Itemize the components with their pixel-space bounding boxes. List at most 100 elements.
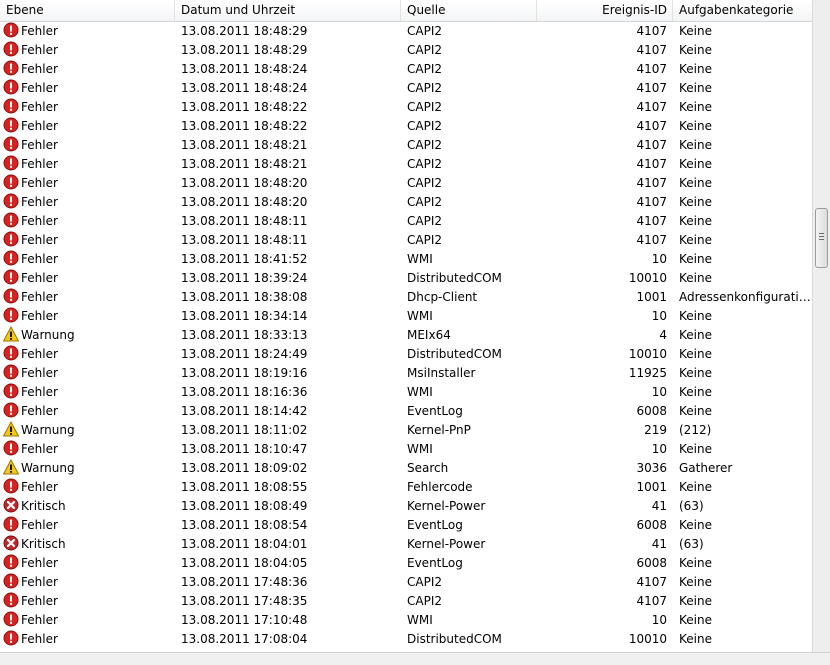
cell-source: CAPI2 [407, 575, 442, 589]
cell-category: Keine [679, 518, 712, 532]
cell-event-id: 4107 [636, 138, 667, 152]
table-row[interactable]: Fehler 13.08.2011 18:48:24 CAPI2 4107 Keine [0, 79, 812, 98]
cell-date: 13.08.2011 18:39:24 [181, 271, 308, 285]
table-row[interactable]: Fehler 13.08.2011 17:48:36 CAPI2 4107 Keine [0, 573, 812, 592]
table-row[interactable]: Fehler 13.08.2011 18:48:24 CAPI2 4107 Keine [0, 60, 812, 79]
cell-level: Kritisch [0, 497, 175, 516]
cell-event-id: 4107 [636, 100, 667, 114]
table-row[interactable]: Fehler 13.08.2011 18:14:42 EventLog 6008 Kei… [0, 402, 812, 421]
table-row[interactable]: Fehler 13.08.2011 18:48:29 CAPI2 4107 Keine [0, 22, 812, 41]
cell-source: CAPI2 [407, 214, 442, 228]
table-row[interactable]: Fehler 13.08.2011 18:08:55 Fehlercode 1001 K… [0, 478, 812, 497]
table-row[interactable]: Fehler 13.08.2011 18:16:36 WMI 10 Keine [0, 383, 812, 402]
table-row[interactable]: Fehler 13.08.2011 18:48:22 CAPI2 4107 Keine [0, 117, 812, 136]
table-row[interactable]: Fehler 13.08.2011 17:08:04 DistributedCOM 1… [0, 630, 812, 649]
table-row[interactable]: Warnung 13.08.2011 18:11:02 Kernel-PnP 219 (… [0, 421, 812, 440]
table-row[interactable]: Fehler 13.08.2011 18:48:29 CAPI2 4107 Keine [0, 41, 812, 60]
table-row[interactable]: Kritisch 13.08.2011 18:08:49 Kernel-Power 4… [0, 497, 812, 516]
table-row[interactable]: Fehler 13.08.2011 18:10:47 WMI 10 Keine [0, 440, 812, 459]
cell-date: 13.08.2011 18:38:08 [181, 290, 308, 304]
table-row[interactable]: Fehler 13.08.2011 18:08:54 EventLog 6008 Kei… [0, 516, 812, 535]
cell-category: Gatherer [679, 461, 733, 475]
table-row[interactable]: Fehler 13.08.2011 18:41:52 WMI 10 Keine [0, 250, 812, 269]
cell-level: Fehler [0, 193, 175, 212]
vertical-scrollbar[interactable] [812, 0, 830, 652]
cell-date: 13.08.2011 18:48:29 [181, 43, 308, 57]
cell-event-id: 10010 [628, 632, 667, 646]
error-icon [3, 136, 21, 152]
error-icon [3, 231, 21, 247]
table-row[interactable]: Warnung 13.08.2011 18:33:13 MEIx64 4 Keine [0, 326, 812, 345]
cell-date: 13.08.2011 18:48:20 [181, 176, 308, 190]
error-icon [3, 174, 21, 190]
cell-date: 13.08.2011 18:48:21 [181, 138, 308, 152]
error-icon [3, 98, 21, 114]
cell-event-id: 6008 [636, 556, 667, 570]
column-header-source[interactable]: Quelle [401, 0, 537, 21]
cell-source: CAPI2 [407, 81, 442, 95]
table-row[interactable]: Fehler 13.08.2011 18:48:20 CAPI2 4107 Keine [0, 174, 812, 193]
table-row[interactable]: Fehler 13.08.2011 17:48:35 CAPI2 4107 Keine [0, 592, 812, 611]
cell-category: Keine [679, 347, 712, 361]
cell-source: CAPI2 [407, 119, 442, 133]
cell-event-id: 4107 [636, 176, 667, 190]
table-row[interactable]: Fehler 13.08.2011 18:48:21 CAPI2 4107 Keine [0, 136, 812, 155]
level-text: Fehler [21, 119, 58, 133]
table-row[interactable]: Fehler 13.08.2011 18:19:16 MsiInstaller 119… [0, 364, 812, 383]
table-row[interactable]: Fehler 13.08.2011 18:24:49 DistributedCOM 1… [0, 345, 812, 364]
error-icon [3, 22, 21, 38]
cell-source: MsiInstaller [407, 366, 476, 380]
cell-category: Keine [679, 480, 712, 494]
cell-category: Keine [679, 575, 712, 589]
level-text: Fehler [21, 404, 58, 418]
cell-event-id: 4107 [636, 43, 667, 57]
cell-date: 13.08.2011 18:11:02 [181, 423, 308, 437]
table-row[interactable]: Fehler 13.08.2011 18:34:14 WMI 10 Keine [0, 307, 812, 326]
table-row[interactable]: Fehler 13.08.2011 18:48:11 CAPI2 4107 Keine [0, 231, 812, 250]
cell-date: 13.08.2011 18:34:14 [181, 309, 308, 323]
cell-date: 13.08.2011 18:48:29 [181, 24, 308, 38]
table-row[interactable]: Fehler 13.08.2011 18:48:11 CAPI2 4107 Keine [0, 212, 812, 231]
cell-category: Keine [679, 385, 712, 399]
level-text: Warnung [21, 461, 75, 475]
level-text: Warnung [21, 328, 75, 342]
error-icon [3, 212, 21, 228]
cell-event-id: 4107 [636, 214, 667, 228]
cell-level: Fehler [0, 212, 175, 231]
level-text: Fehler [21, 518, 58, 532]
cell-event-id: 10 [651, 613, 667, 627]
column-header-date[interactable]: Datum und Uhrzeit [175, 0, 401, 21]
cell-source: CAPI2 [407, 24, 442, 38]
horizontal-scrollbar[interactable] [0, 652, 830, 665]
cell-source: CAPI2 [407, 233, 442, 247]
cell-date: 13.08.2011 18:41:52 [181, 252, 308, 266]
vertical-scrollbar-thumb[interactable] [815, 208, 828, 268]
critical-icon [3, 535, 21, 551]
level-text: Fehler [21, 157, 58, 171]
table-row[interactable]: Fehler 13.08.2011 18:38:08 Dhcp-Client 1001… [0, 288, 812, 307]
cell-category: Keine [679, 233, 712, 247]
cell-category: Keine [679, 328, 712, 342]
table-row[interactable]: Fehler 13.08.2011 18:48:20 CAPI2 4107 Keine [0, 193, 812, 212]
cell-date: 13.08.2011 18:48:21 [181, 157, 308, 171]
table-row[interactable]: Fehler 13.08.2011 18:04:05 EventLog 6008 Kei… [0, 554, 812, 573]
table-row[interactable]: Fehler 13.08.2011 17:10:48 WMI 10 Keine [0, 611, 812, 630]
cell-category: Keine [679, 613, 712, 627]
cell-source: DistributedCOM [407, 632, 502, 646]
table-row[interactable]: Fehler 13.08.2011 18:39:24 DistributedCOM 1… [0, 269, 812, 288]
cell-event-id: 4107 [636, 62, 667, 76]
cell-event-id: 1001 [636, 290, 667, 304]
level-text: Kritisch [21, 537, 66, 551]
column-header-category[interactable]: Aufgabenkategorie [673, 0, 812, 21]
column-header-event-id[interactable]: Ereignis-ID [537, 0, 673, 21]
table-row[interactable]: Fehler 13.08.2011 18:48:22 CAPI2 4107 Keine [0, 98, 812, 117]
cell-date: 13.08.2011 18:48:11 [181, 214, 308, 228]
error-icon [3, 364, 21, 380]
cell-event-id: 219 [644, 423, 667, 437]
table-row[interactable]: Fehler 13.08.2011 18:48:21 CAPI2 4107 Keine [0, 155, 812, 174]
table-row[interactable]: Kritisch 13.08.2011 18:04:01 Kernel-Power 4… [0, 535, 812, 554]
cell-source: CAPI2 [407, 138, 442, 152]
table-row[interactable]: Warnung 13.08.2011 18:09:02 Search 3036 Gath… [0, 459, 812, 478]
warning-icon [3, 326, 21, 342]
column-header-level[interactable]: Ebene [0, 0, 175, 21]
